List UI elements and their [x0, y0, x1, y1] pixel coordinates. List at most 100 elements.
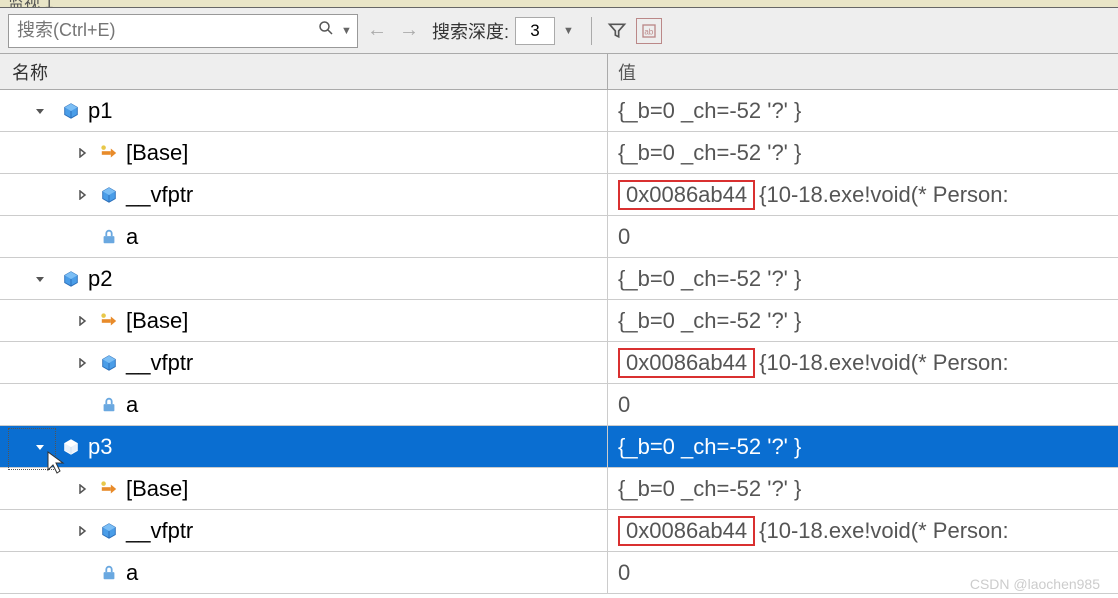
item-name: __vfptr	[126, 350, 193, 376]
tree-row[interactable]: __vfptr 0x0086ab44 {10-18.exe!void(* Pers…	[0, 342, 1118, 384]
orange-arrow-icon	[100, 144, 118, 162]
cube-blue-icon	[100, 522, 118, 540]
cube-blue-icon	[62, 102, 80, 120]
tree-row[interactable]: [Base] {_b=0 _ch=-52 '?' }	[0, 132, 1118, 174]
tree-row[interactable]: [Base] {_b=0 _ch=-52 '?' }	[0, 300, 1118, 342]
search-box[interactable]: ▼	[8, 14, 358, 48]
value-cell[interactable]: {_b=0 _ch=-52 '?' }	[607, 90, 1118, 131]
item-name: __vfptr	[126, 182, 193, 208]
name-cell[interactable]: __vfptr	[0, 342, 607, 383]
expander-icon[interactable]	[74, 145, 90, 161]
cube-white-icon	[62, 438, 80, 456]
item-name: a	[126, 560, 138, 586]
value-text: {_b=0 _ch=-52 '?' }	[618, 434, 801, 460]
expander-icon[interactable]	[32, 271, 48, 287]
value-cell[interactable]: 0x0086ab44 {10-18.exe!void(* Person:	[607, 510, 1118, 551]
nav-forward-icon[interactable]: →	[396, 18, 422, 44]
name-cell[interactable]: __vfptr	[0, 174, 607, 215]
tree-row[interactable]: __vfptr 0x0086ab44 {10-18.exe!void(* Pers…	[0, 174, 1118, 216]
cube-blue-icon	[100, 354, 118, 372]
value-suffix: {10-18.exe!void(* Person:	[759, 182, 1009, 208]
orange-arrow-icon	[100, 480, 118, 498]
expander-icon[interactable]	[74, 565, 90, 581]
nav-back-icon[interactable]: ←	[364, 18, 390, 44]
value-text: {_b=0 _ch=-52 '?' }	[618, 98, 801, 124]
separator	[591, 17, 592, 45]
search-depth-label: 搜索深度:	[432, 18, 509, 44]
name-cell[interactable]: p1	[0, 90, 607, 131]
cube-blue-icon	[62, 270, 80, 288]
name-cell[interactable]: p2	[0, 258, 607, 299]
watermark: CSDN @laochen985	[970, 576, 1100, 592]
column-headers: 名称 值	[0, 54, 1118, 90]
item-name: p1	[88, 98, 112, 124]
name-cell[interactable]: p3	[0, 426, 607, 467]
name-cell[interactable]: __vfptr	[0, 510, 607, 551]
watch-tree: p1 {_b=0 _ch=-52 '?' } [Base] {_b=0 _ch=-52…	[0, 90, 1118, 594]
expander-icon[interactable]	[74, 397, 90, 413]
value-text: 0	[618, 392, 630, 418]
tree-row[interactable]: a0	[0, 384, 1118, 426]
value-text: 0	[618, 560, 630, 586]
expander-icon[interactable]	[32, 103, 48, 119]
tree-row[interactable]: p1 {_b=0 _ch=-52 '?' }	[0, 90, 1118, 132]
expander-icon[interactable]	[74, 523, 90, 539]
search-dropdown-icon[interactable]: ▼	[341, 25, 357, 37]
search-input[interactable]	[9, 20, 311, 41]
item-name: a	[126, 224, 138, 250]
value-suffix: {10-18.exe!void(* Person:	[759, 518, 1009, 544]
name-cell[interactable]: [Base]	[0, 132, 607, 173]
value-cell[interactable]: 0	[607, 384, 1118, 425]
column-name-header[interactable]: 名称	[0, 54, 607, 89]
item-name: p2	[88, 266, 112, 292]
svg-text:ab: ab	[644, 27, 653, 36]
name-cell[interactable]: [Base]	[0, 300, 607, 341]
orange-arrow-icon	[100, 312, 118, 330]
name-cell[interactable]: a	[0, 384, 607, 425]
tree-row[interactable]: a0	[0, 216, 1118, 258]
highlighted-value: 0x0086ab44	[618, 180, 755, 210]
item-name: [Base]	[126, 140, 188, 166]
item-name: p3	[88, 434, 112, 460]
value-cell[interactable]: {_b=0 _ch=-52 '?' }	[607, 426, 1118, 467]
cube-blue-icon	[100, 186, 118, 204]
lock-field-icon	[100, 396, 118, 414]
value-suffix: {10-18.exe!void(* Person:	[759, 350, 1009, 376]
toolbar: ▼ ← → 搜索深度: 3 ▼ ab	[0, 8, 1118, 54]
value-cell[interactable]: {_b=0 _ch=-52 '?' }	[607, 468, 1118, 509]
expander-icon[interactable]	[32, 439, 48, 455]
name-cell[interactable]: [Base]	[0, 468, 607, 509]
value-text: {_b=0 _ch=-52 '?' }	[618, 476, 801, 502]
lock-field-icon	[100, 228, 118, 246]
filter-icon[interactable]	[604, 18, 630, 44]
value-cell[interactable]: {_b=0 _ch=-52 '?' }	[607, 132, 1118, 173]
value-cell[interactable]: {_b=0 _ch=-52 '?' }	[607, 258, 1118, 299]
column-value-header[interactable]: 值	[607, 54, 1118, 89]
name-cell[interactable]: a	[0, 216, 607, 257]
value-text: {_b=0 _ch=-52 '?' }	[618, 266, 801, 292]
value-cell[interactable]: 0x0086ab44 {10-18.exe!void(* Person:	[607, 174, 1118, 215]
expander-icon[interactable]	[74, 229, 90, 245]
tree-row[interactable]: p2 {_b=0 _ch=-52 '?' }	[0, 258, 1118, 300]
expander-icon[interactable]	[74, 313, 90, 329]
window-title: 监视 1	[0, 0, 1118, 8]
expander-icon[interactable]	[74, 355, 90, 371]
item-name: a	[126, 392, 138, 418]
search-icon[interactable]	[311, 19, 341, 42]
tree-row[interactable]: __vfptr 0x0086ab44 {10-18.exe!void(* Pers…	[0, 510, 1118, 552]
value-cell[interactable]: {_b=0 _ch=-52 '?' }	[607, 300, 1118, 341]
item-name: [Base]	[126, 308, 188, 334]
value-text: 0	[618, 224, 630, 250]
tree-row[interactable]: p3 {_b=0 _ch=-52 '?' }	[0, 426, 1118, 468]
tree-row[interactable]: a0	[0, 552, 1118, 594]
expander-icon[interactable]	[74, 481, 90, 497]
value-cell[interactable]: 0	[607, 216, 1118, 257]
value-cell[interactable]: 0x0086ab44 {10-18.exe!void(* Person:	[607, 342, 1118, 383]
name-cell[interactable]: a	[0, 552, 607, 593]
format-icon[interactable]: ab	[636, 18, 662, 44]
depth-dropdown-icon[interactable]: ▼	[563, 25, 579, 37]
search-depth-value[interactable]: 3	[515, 17, 555, 45]
expander-icon[interactable]	[74, 187, 90, 203]
tree-row[interactable]: [Base] {_b=0 _ch=-52 '?' }	[0, 468, 1118, 510]
item-name: __vfptr	[126, 518, 193, 544]
